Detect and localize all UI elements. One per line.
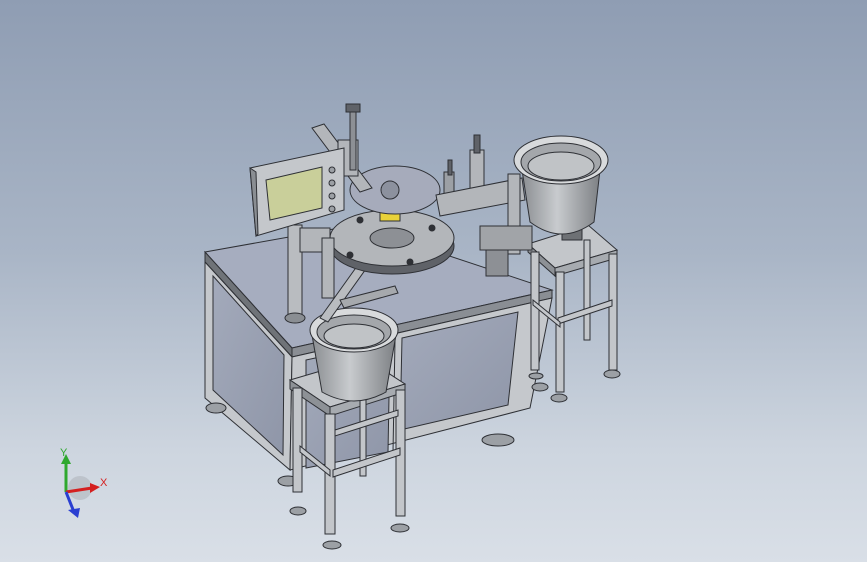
y-axis-label: Y bbox=[60, 447, 68, 459]
control-panel bbox=[249, 147, 345, 238]
cad-viewport[interactable]: X Y bbox=[0, 0, 867, 562]
rotary-index-table bbox=[329, 209, 455, 275]
coordinate-triad[interactable] bbox=[61, 454, 100, 518]
right-feeder-bowl bbox=[513, 135, 609, 241]
assembly-model[interactable] bbox=[0, 0, 867, 562]
x-axis-label: X bbox=[100, 477, 108, 489]
left-feeder-bowl bbox=[309, 307, 399, 402]
